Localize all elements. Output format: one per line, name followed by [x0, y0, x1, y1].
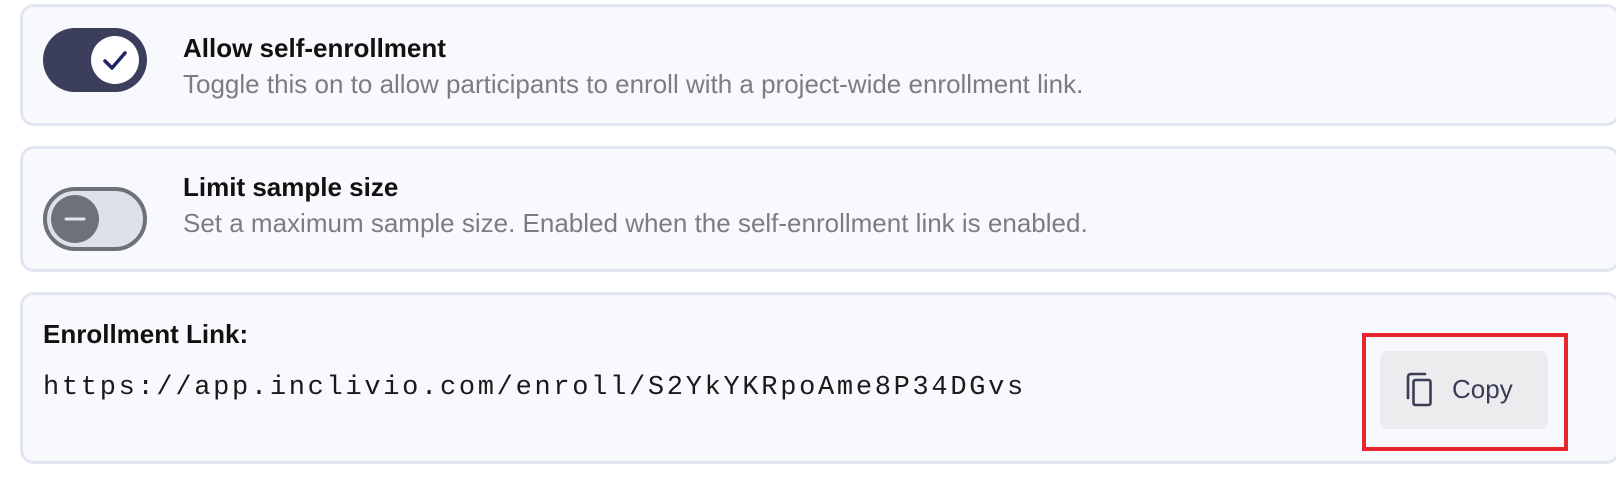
self-enrollment-title: Allow self-enrollment [183, 33, 446, 63]
check-icon [103, 51, 127, 70]
self-enrollment-description: Toggle this on to allow participants to … [183, 69, 1084, 99]
limit-sample-size-title: Limit sample size [183, 172, 399, 202]
minus-icon [64, 217, 86, 221]
copy-button[interactable]: Copy [1380, 351, 1548, 429]
self-enrollment-toggle[interactable] [43, 28, 147, 92]
enrollment-link-label: Enrollment Link: [43, 319, 249, 349]
limit-sample-size-toggle[interactable] [43, 187, 147, 251]
copy-icon [1406, 372, 1432, 407]
limit-sample-size-card: Limit sample size Set a maximum sample s… [20, 146, 1616, 272]
self-enrollment-card: Allow self-enrollment Toggle this on to … [20, 4, 1616, 126]
toggle-knob [91, 36, 139, 84]
toggle-knob [51, 195, 99, 243]
limit-sample-size-description: Set a maximum sample size. Enabled when … [183, 208, 1088, 238]
enrollment-link-url[interactable]: https://app.inclivio.com/enroll/S2YkYKRp… [43, 373, 1026, 403]
copy-button-label: Copy [1452, 374, 1513, 404]
